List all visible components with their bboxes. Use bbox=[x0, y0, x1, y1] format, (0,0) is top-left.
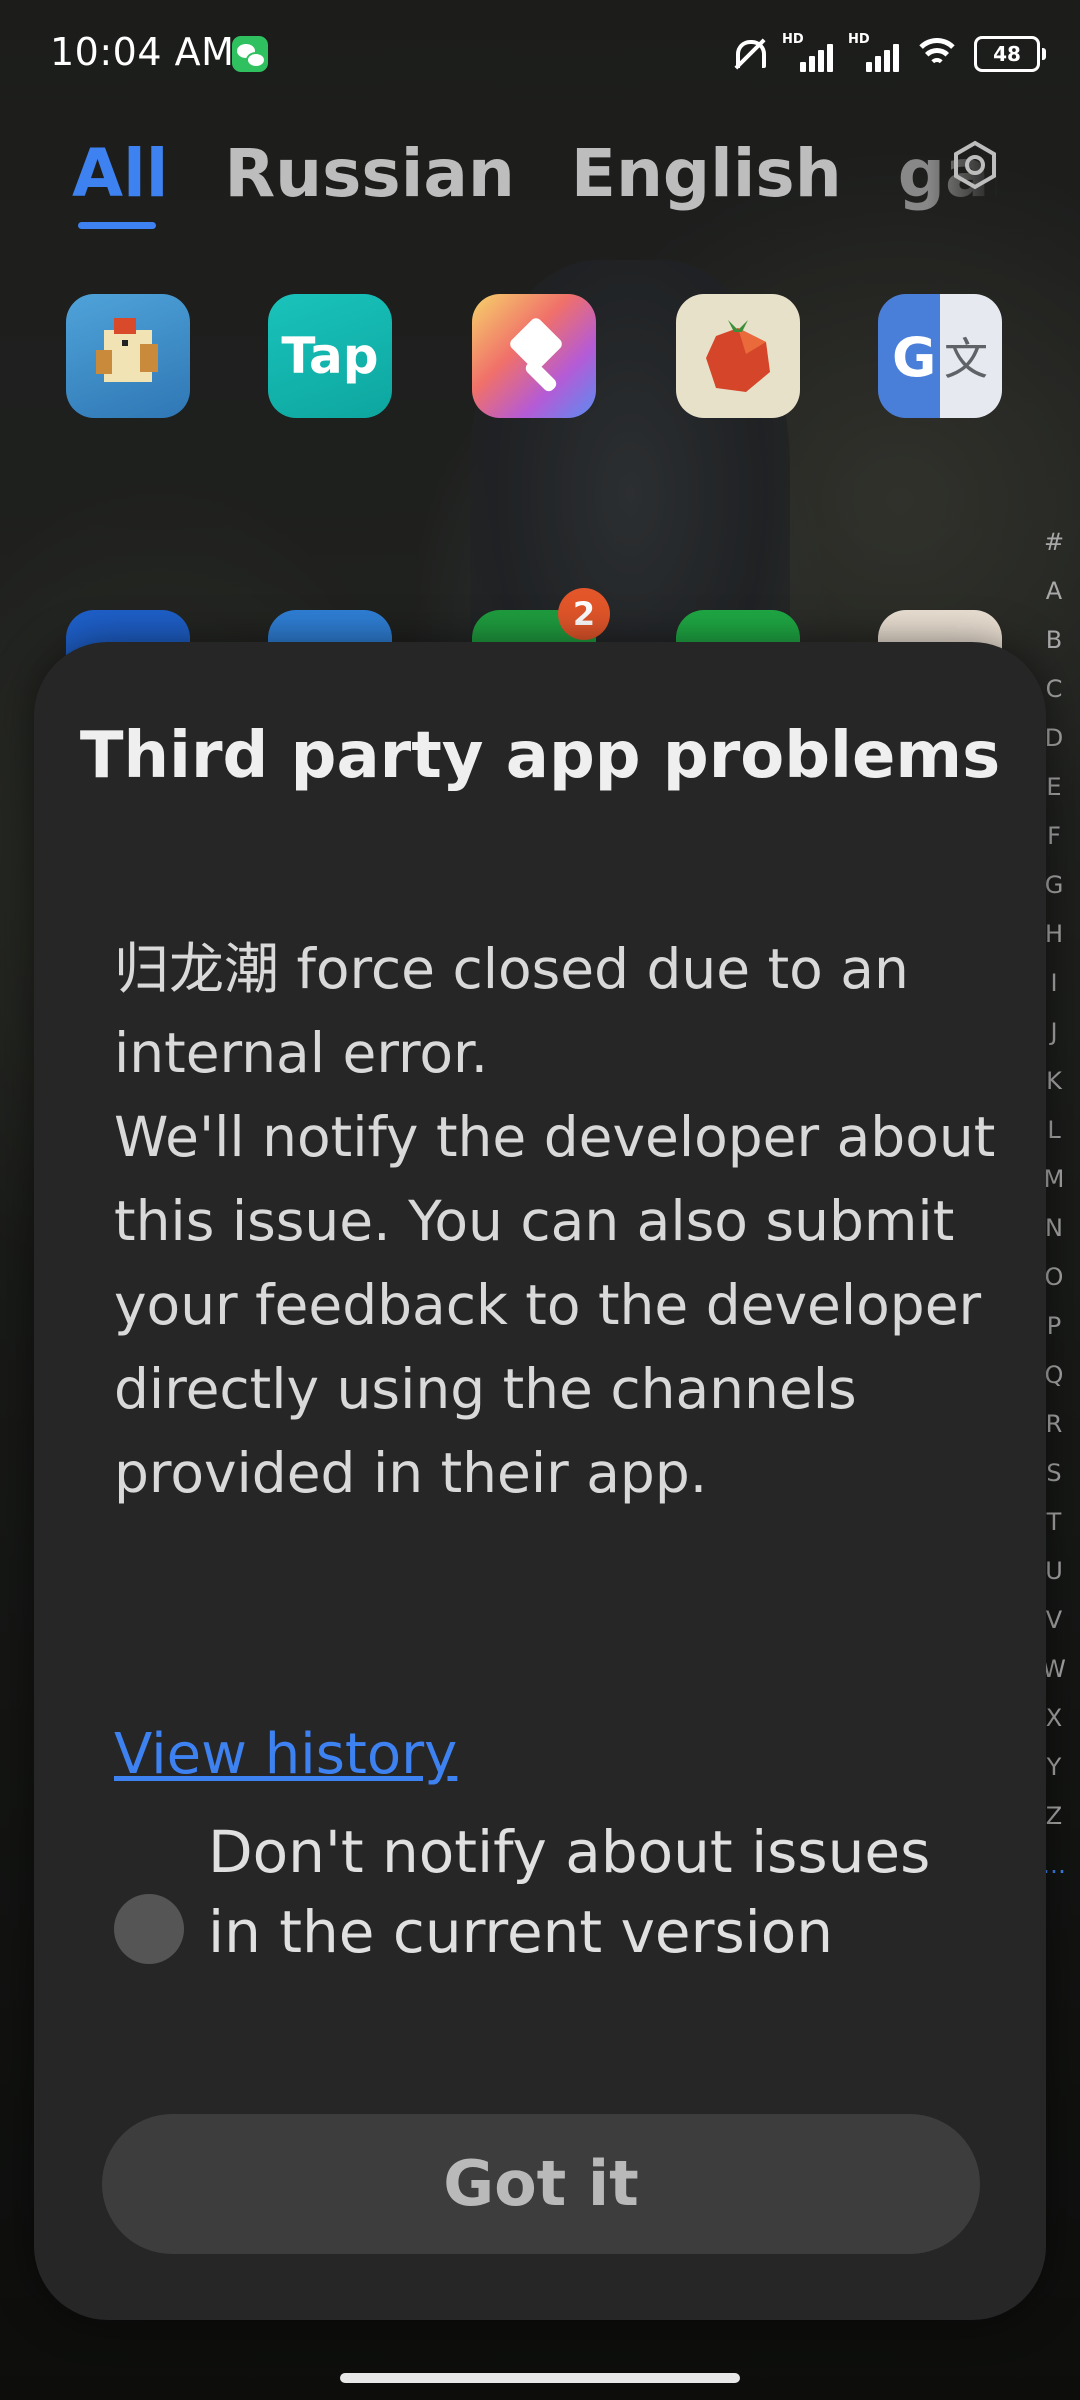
taptap-app-icon[interactable]: Tap bbox=[268, 294, 392, 418]
status-time: 10:04 AM bbox=[50, 30, 235, 74]
wechat-icon bbox=[232, 36, 268, 72]
dont-notify-checkbox[interactable] bbox=[114, 1894, 184, 1964]
tomato-app-icon[interactable] bbox=[676, 294, 800, 418]
got-it-button[interactable]: Got it bbox=[102, 2114, 980, 2254]
index-letter[interactable]: R bbox=[1046, 1400, 1063, 1449]
status-bar: 10:04 AM HD HD 48 bbox=[0, 0, 1080, 108]
status-icons: HD HD 48 bbox=[728, 32, 1046, 74]
index-letter[interactable]: D bbox=[1045, 714, 1063, 763]
mute-bell-icon bbox=[728, 34, 768, 74]
index-letter[interactable]: G bbox=[1045, 861, 1064, 910]
index-letter[interactable]: B bbox=[1046, 616, 1062, 665]
index-letter[interactable]: J bbox=[1050, 1008, 1057, 1057]
index-letter[interactable]: Q bbox=[1045, 1351, 1064, 1400]
index-letter[interactable]: Z bbox=[1046, 1792, 1062, 1841]
index-letter[interactable]: V bbox=[1046, 1596, 1062, 1645]
notification-badge: 2 bbox=[558, 588, 610, 640]
index-letter[interactable]: # bbox=[1044, 518, 1064, 567]
index-letter[interactable]: X bbox=[1046, 1694, 1062, 1743]
signal-icon-2: HD bbox=[848, 32, 900, 74]
index-letter[interactable]: N bbox=[1045, 1204, 1063, 1253]
index-letter[interactable]: L bbox=[1047, 1106, 1060, 1155]
index-letter[interactable]: C bbox=[1046, 665, 1063, 714]
index-letter[interactable]: E bbox=[1046, 763, 1061, 812]
tab-all[interactable]: All bbox=[72, 135, 168, 212]
index-letter[interactable]: O bbox=[1045, 1253, 1064, 1302]
index-letter[interactable]: U bbox=[1045, 1547, 1063, 1596]
signal-icon: HD bbox=[782, 32, 834, 74]
dialog-title: Third party app problems bbox=[79, 719, 1001, 793]
svg-text:文: 文 bbox=[944, 334, 988, 385]
network-type-label-2: HD bbox=[848, 32, 870, 47]
dialog-message: 归龙潮 force closed due to an internal erro… bbox=[114, 937, 996, 1505]
tab-english[interactable]: English bbox=[571, 135, 842, 212]
paint-app-icon[interactable] bbox=[472, 294, 596, 418]
battery-icon: 48 bbox=[974, 36, 1046, 72]
index-letter[interactable]: T bbox=[1047, 1498, 1062, 1547]
network-type-label: HD bbox=[782, 32, 804, 47]
category-tabs: All Russian English gar bbox=[72, 135, 998, 212]
index-letter[interactable]: M bbox=[1044, 1155, 1065, 1204]
gear-icon[interactable] bbox=[950, 140, 1000, 190]
index-letter[interactable]: K bbox=[1046, 1057, 1062, 1106]
wifi-icon bbox=[914, 34, 960, 74]
svg-text:G: G bbox=[892, 326, 936, 389]
index-letter[interactable]: P bbox=[1047, 1302, 1061, 1351]
index-letter[interactable]: Y bbox=[1047, 1743, 1062, 1792]
index-letter[interactable]: A bbox=[1046, 567, 1062, 616]
stardew-valley-app-icon[interactable] bbox=[66, 294, 190, 418]
index-letter[interactable]: S bbox=[1046, 1449, 1061, 1498]
app-crash-dialog: Third party app problems 归龙潮 force close… bbox=[34, 642, 1046, 2320]
index-letter[interactable]: I bbox=[1050, 959, 1057, 1008]
view-history-link[interactable]: View history bbox=[114, 1722, 457, 1787]
index-letter[interactable]: H bbox=[1045, 910, 1063, 959]
index-letter[interactable]: F bbox=[1047, 812, 1061, 861]
active-tab-indicator bbox=[78, 222, 156, 229]
home-indicator[interactable] bbox=[340, 2373, 740, 2383]
google-translate-app-icon[interactable]: G 文 bbox=[878, 294, 1002, 418]
dont-notify-label[interactable]: Don't notify about issues in the current… bbox=[208, 1812, 968, 1972]
tab-russian[interactable]: Russian bbox=[224, 135, 515, 212]
